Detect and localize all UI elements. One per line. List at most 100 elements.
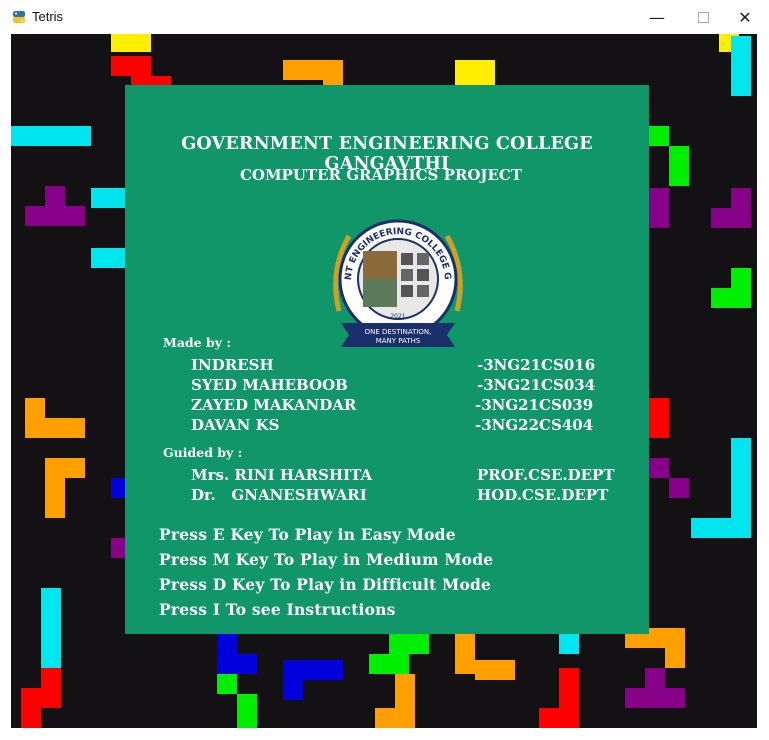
tetromino-block — [131, 34, 151, 52]
tetromino-block — [131, 56, 151, 76]
tetromino-block — [45, 498, 65, 518]
python-icon — [13, 11, 25, 23]
logo-motto-line2: MANY PATHS — [376, 337, 421, 345]
tetromino-block — [237, 708, 257, 728]
logo-year: 2021 — [390, 313, 405, 320]
tetromino-block — [409, 634, 429, 654]
tetromino-block — [731, 76, 751, 96]
project-title: COMPUTER GRAPHICS PROJECT — [239, 166, 523, 184]
tetromino-block — [495, 660, 515, 680]
guided-by-label: Guided by : — [163, 445, 243, 460]
maximize-icon — [697, 11, 709, 23]
tetromino-block — [731, 208, 751, 228]
tetromino-block — [41, 588, 61, 608]
member-name: SYED MAHEBOOB — [191, 376, 348, 394]
tetromino-block — [237, 654, 257, 674]
tetromino-block — [283, 660, 303, 680]
tetromino-block — [731, 478, 751, 498]
window-title: Tetris — [32, 9, 64, 24]
tetromino-block — [45, 458, 65, 478]
tetromino-block — [665, 688, 685, 708]
tetromino-block — [369, 654, 389, 674]
guide-name: Dr. GNANESHWARI — [191, 486, 367, 504]
close-button[interactable]: ✕ — [722, 0, 768, 34]
tetromino-block — [559, 708, 579, 728]
tetromino-block — [21, 708, 41, 728]
tetromino-block — [217, 654, 237, 674]
tetromino-block — [283, 60, 303, 80]
tetromino-block — [303, 60, 323, 80]
tetromino-block — [731, 438, 751, 458]
guide-name: Mrs. RINI HARSHITA — [191, 466, 373, 484]
tetromino-block — [649, 188, 669, 208]
tetromino-block — [45, 478, 65, 498]
tetromino-block — [41, 608, 61, 628]
tetromino-block — [649, 418, 669, 438]
tetromino-block — [111, 34, 131, 52]
member-usn: -3NG21CS034 — [477, 376, 596, 394]
guide-role: PROF.CSE.DEPT — [477, 466, 615, 484]
tetromino-block — [649, 126, 669, 146]
tetromino-block — [665, 628, 685, 648]
tetromino-block — [475, 60, 495, 80]
member-name: DAVAN KS — [191, 416, 280, 434]
tetromino-block — [475, 660, 495, 680]
maximize-button[interactable] — [680, 0, 726, 34]
tetromino-block — [691, 518, 711, 538]
member-usn: -3NG22CS404 — [475, 416, 594, 434]
tetromino-block — [559, 668, 579, 688]
tetromino-block — [45, 206, 65, 226]
tetromino-block — [323, 660, 343, 680]
made-by-label: Made by : — [163, 335, 231, 350]
tetromino-block — [455, 654, 475, 674]
tetromino-block — [539, 708, 559, 728]
tetromino-block — [11, 126, 31, 146]
member-usn: -3NG21CS039 — [475, 396, 594, 414]
tetromino-block — [645, 688, 665, 708]
tetromino-block — [217, 634, 237, 654]
tetromino-block — [731, 288, 751, 308]
tetromino-block — [649, 458, 669, 478]
tetromino-block — [25, 398, 45, 418]
guide-role: HOD.CSE.DEPT — [477, 486, 609, 504]
tetromino-block — [41, 688, 61, 708]
tetromino-block — [41, 628, 61, 648]
tetromino-block — [65, 458, 85, 478]
tetromino-block — [283, 680, 303, 700]
tetromino-block — [649, 208, 669, 228]
tetromino-block — [711, 288, 731, 308]
member-name: INDRESH — [191, 356, 274, 374]
tetromino-block — [25, 206, 45, 226]
tetromino-block — [455, 634, 475, 654]
tetromino-block — [323, 60, 343, 80]
tetromino-block — [65, 206, 85, 226]
tetromino-block — [455, 60, 475, 80]
minimize-button[interactable]: — — [634, 0, 680, 34]
tetromino-block — [71, 126, 91, 146]
title-bar: Tetris — ✕ — [0, 0, 769, 34]
tetromino-block — [731, 56, 751, 76]
tetromino-block — [51, 126, 71, 146]
tetromino-block — [731, 518, 751, 538]
member-name: ZAYED MAKANDAR — [191, 396, 357, 414]
tetromino-block — [395, 708, 415, 728]
tetromino-block — [649, 398, 669, 418]
easy-mode-instruction: Press E Key To Play in Easy Mode — [159, 525, 456, 544]
tetromino-block — [711, 518, 731, 538]
tetromino-block — [731, 268, 751, 288]
tetromino-block — [669, 166, 689, 186]
tetromino-block — [669, 146, 689, 166]
college-logo: GOVERNMENT ENGINEERING COLLEGE GANGAVATH… — [329, 211, 463, 347]
tetromino-block — [91, 188, 111, 208]
tetromino-block — [731, 188, 751, 208]
tetromino-block — [41, 668, 61, 688]
member-usn: -3NG21CS016 — [477, 356, 596, 374]
game-canvas[interactable]: GOVERNMENT ENGINEERING COLLEGE GANGAVTHI… — [11, 34, 757, 728]
tetromino-block — [65, 418, 85, 438]
tetromino-block — [625, 688, 645, 708]
tetromino-block — [395, 674, 415, 694]
medium-mode-instruction: Press M Key To Play in Medium Mode — [159, 550, 494, 569]
tetromino-block — [731, 36, 751, 56]
tetromino-block — [45, 186, 65, 206]
tetromino-block — [731, 458, 751, 478]
